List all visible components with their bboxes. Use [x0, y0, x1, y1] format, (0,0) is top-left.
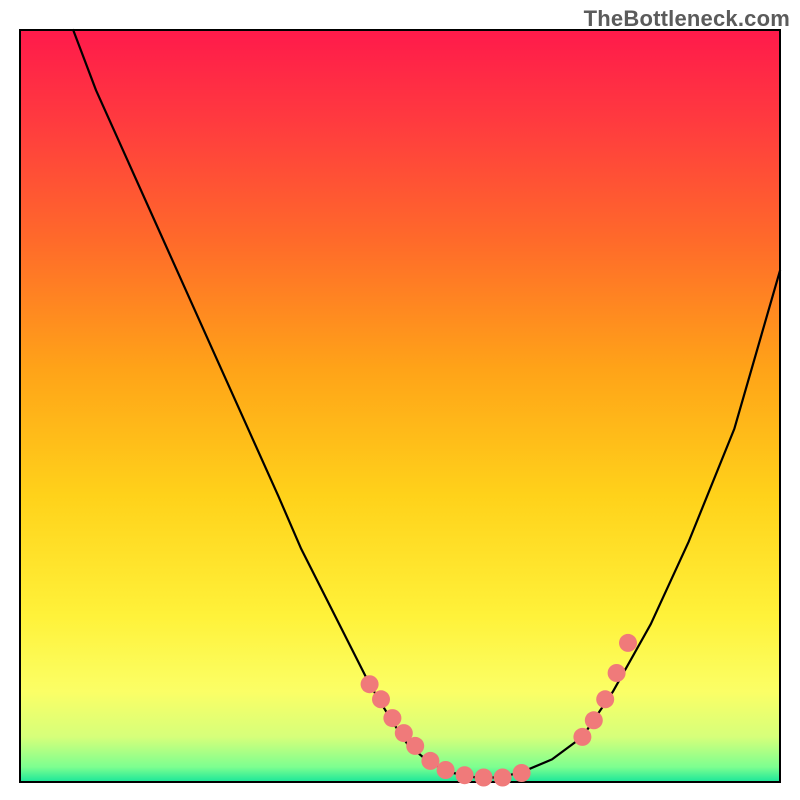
highlight-dot	[372, 690, 390, 708]
highlight-dot	[619, 634, 637, 652]
highlight-dot	[421, 752, 439, 770]
chart-svg	[0, 0, 800, 800]
highlight-dot	[475, 769, 493, 787]
plot-area	[20, 30, 780, 782]
highlight-dot	[406, 737, 424, 755]
highlight-dot	[573, 728, 591, 746]
highlight-dot	[494, 769, 512, 787]
highlight-dot	[437, 761, 455, 779]
highlight-dot	[608, 664, 626, 682]
highlight-dot	[596, 690, 614, 708]
highlight-dot	[456, 766, 474, 784]
highlight-dot	[361, 675, 379, 693]
highlight-dot	[513, 764, 531, 782]
highlight-dot	[585, 711, 603, 729]
chart-container: TheBottleneck.com	[0, 0, 800, 800]
highlight-dot	[383, 709, 401, 727]
watermark-text: TheBottleneck.com	[584, 6, 790, 32]
